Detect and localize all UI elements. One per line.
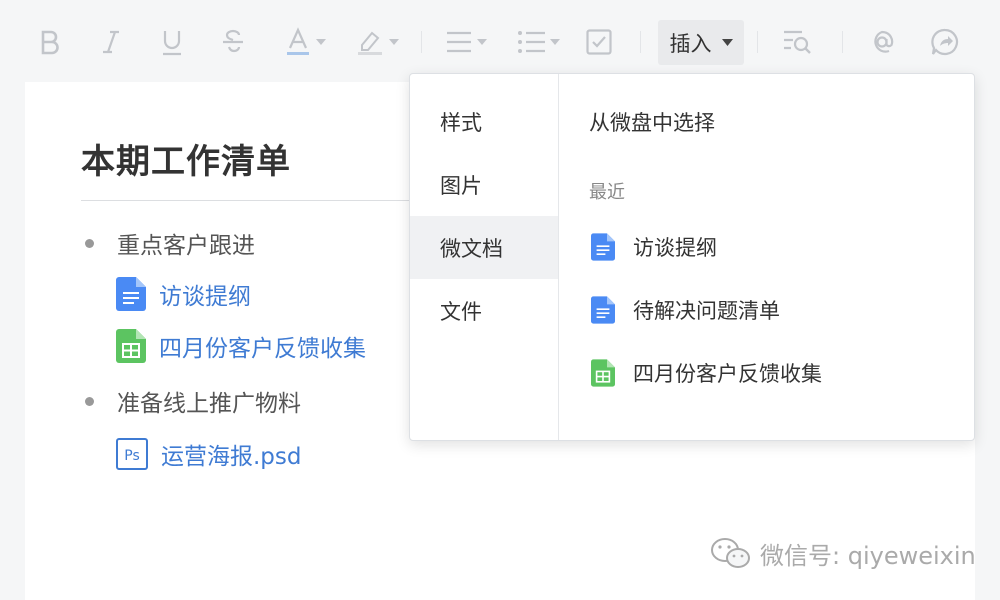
- insert-button-label: 插入: [669, 31, 712, 56]
- attachment-name: 运营海报.psd: [161, 444, 302, 470]
- recent-file-item[interactable]: 访谈提纲: [591, 232, 717, 262]
- find-replace-icon[interactable]: [782, 20, 812, 64]
- italic-icon[interactable]: [100, 20, 122, 64]
- pick-from-drive-link[interactable]: 从微盘中选择: [589, 107, 715, 137]
- toolbar-divider: [421, 31, 422, 53]
- recent-file-name: 访谈提纲: [633, 236, 717, 260]
- menu-item-file[interactable]: 文件: [410, 279, 558, 342]
- insert-menu-panel: 从微盘中选择 最近 访谈提纲 待解决问题清单 四月份客户反馈收集: [559, 74, 974, 440]
- editor-toolbar: 插入: [0, 0, 1000, 82]
- svg-text:Ps: Ps: [124, 448, 140, 464]
- attachment-link[interactable]: Ps 运营海报.psd: [116, 437, 302, 471]
- toolbar-divider: [842, 31, 843, 53]
- bold-icon[interactable]: [38, 20, 62, 64]
- menu-item-image[interactable]: 图片: [410, 153, 558, 216]
- list-item: 重点客户跟进: [81, 226, 255, 260]
- toolbar-divider: [640, 31, 641, 53]
- wechat-watermark: 微信号: qiyeweixin: [710, 536, 976, 571]
- attachment-link[interactable]: 访谈提纲: [116, 277, 251, 311]
- checkbox-icon[interactable]: [585, 20, 613, 64]
- wechat-logo-icon: [711, 537, 750, 568]
- insert-menu: 样式 图片 微文档 文件 从微盘中选择 最近 访谈提纲 待解决问题清单 四月份客…: [409, 73, 975, 441]
- list-item-label: 重点客户跟进: [117, 233, 255, 259]
- recent-file-name: 四月份客户反馈收集: [633, 362, 822, 386]
- chevron-down-icon: [315, 39, 326, 45]
- watermark-text: 微信号: qiyeweixin: [760, 542, 976, 570]
- list-item-label: 准备线上推广物料: [117, 391, 301, 417]
- attachment-name: 四月份客户反馈收集: [159, 336, 366, 362]
- recent-file-item[interactable]: 四月份客户反馈收集: [591, 358, 822, 388]
- menu-item-style[interactable]: 样式: [410, 90, 558, 153]
- recent-file-name: 待解决问题清单: [633, 299, 780, 323]
- doc-file-icon: [591, 296, 615, 324]
- insert-menu-categories: 样式 图片 微文档 文件: [410, 74, 559, 440]
- page-title: 本期工作清单: [81, 142, 291, 182]
- list-item: 准备线上推广物料: [81, 384, 301, 418]
- insert-button[interactable]: 插入: [658, 20, 744, 65]
- strikethrough-icon[interactable]: [220, 20, 246, 64]
- highlight-icon[interactable]: [352, 20, 402, 64]
- underline-icon[interactable]: [160, 20, 184, 64]
- attachment-name: 访谈提纲: [159, 284, 251, 310]
- toolbar-divider: [757, 31, 758, 53]
- recent-file-item[interactable]: 待解决问题清单: [591, 295, 780, 325]
- attachment-link[interactable]: 四月份客户反馈收集: [116, 329, 366, 363]
- bullet-dot: [85, 238, 94, 248]
- psd-file-icon: Ps: [116, 438, 148, 470]
- sheet-file-icon: [116, 329, 146, 363]
- doc-file-icon: [591, 233, 615, 261]
- list-icon[interactable]: [512, 20, 564, 64]
- font-color-icon[interactable]: [280, 20, 330, 64]
- chevron-down-icon: [721, 39, 733, 46]
- mention-icon[interactable]: [868, 20, 896, 64]
- sheet-file-icon: [591, 359, 615, 387]
- chevron-down-icon: [388, 39, 399, 45]
- bullet-dot: [85, 396, 94, 406]
- align-icon[interactable]: [440, 20, 492, 64]
- chevron-down-icon: [476, 39, 487, 45]
- doc-file-icon: [116, 277, 146, 311]
- menu-item-micro-doc[interactable]: 微文档: [410, 216, 558, 279]
- share-icon[interactable]: [930, 20, 960, 64]
- recent-heading: 最近: [589, 182, 625, 203]
- chevron-down-icon: [549, 39, 560, 45]
